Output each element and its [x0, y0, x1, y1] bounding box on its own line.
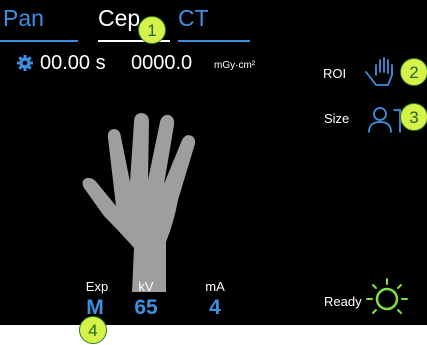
tab-pan-label: Pan: [3, 5, 44, 31]
size-label: Size: [324, 111, 350, 126]
kv-value[interactable]: 65: [126, 296, 166, 320]
dose-unit: mGy·cm²: [214, 60, 256, 71]
tab-ct[interactable]: CT: [178, 0, 248, 40]
tab-ct-underline: [178, 40, 250, 42]
hand-select-icon[interactable]: [362, 55, 404, 89]
callout-3: 3: [400, 103, 427, 131]
tab-cep-label: Cep: [98, 5, 141, 31]
device-screen: Pan Cep CT 00.00 s 0000.0 mGy·cm² ROI Si…: [0, 0, 427, 325]
ma-value[interactable]: 4: [195, 296, 235, 320]
tab-pan-underline: [0, 40, 78, 42]
dose-value: 0000.0: [131, 52, 193, 74]
kv-label: kV: [138, 279, 154, 294]
tab-pan[interactable]: Pan: [3, 0, 75, 40]
callout-4: 4: [79, 316, 107, 344]
exposure-time-value: 00.00 s: [40, 52, 106, 74]
ma-label: mA: [205, 279, 225, 294]
tab-ct-label: CT: [178, 5, 209, 31]
ready-spinner-icon: [366, 278, 408, 314]
exp-label: Exp: [85, 279, 109, 294]
roi-label: ROI: [323, 66, 347, 81]
callout-1: 1: [138, 16, 166, 44]
hand-image: [82, 113, 196, 292]
gear-icon[interactable]: [17, 55, 33, 71]
head-size-icon[interactable]: [366, 104, 404, 136]
callout-2: 2: [400, 58, 427, 86]
ready-label: Ready: [324, 294, 362, 309]
